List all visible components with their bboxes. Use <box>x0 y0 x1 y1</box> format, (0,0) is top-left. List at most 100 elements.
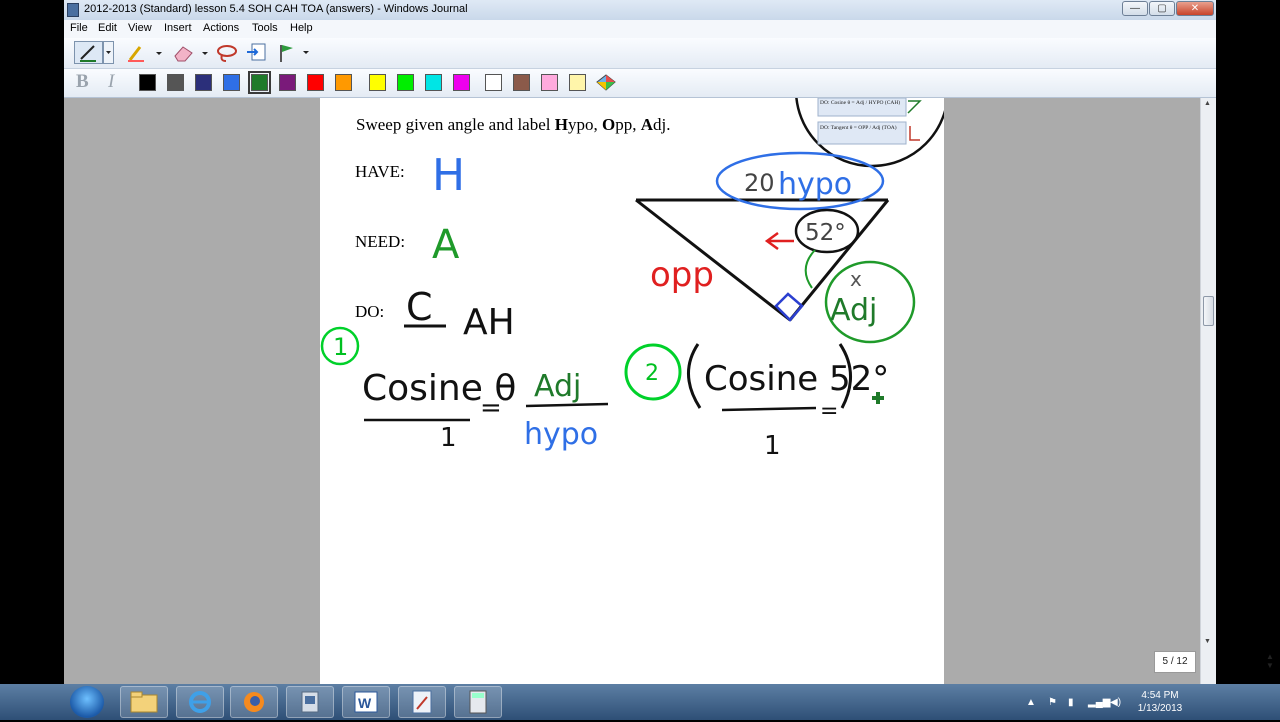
firefox-icon <box>244 692 264 712</box>
left-border <box>0 0 64 720</box>
taskbar-calculator[interactable] <box>454 686 502 718</box>
window-title: 2012-2013 (Standard) lesson 5.4 SOH CAH … <box>84 3 468 15</box>
ink-cosine52: Cosine 52° <box>704 359 889 399</box>
ink-layer: DO: Cosine θ = Adj / HYPO (CAH) DO: Tang… <box>320 98 944 461</box>
tray-network-icon[interactable]: ▂▄▆ <box>1088 697 1110 708</box>
tray-expand-icon[interactable]: ▲ <box>1026 697 1036 708</box>
ink-one-1: 1 <box>440 423 457 453</box>
ink-eq-1: = <box>480 393 502 423</box>
ink-angle: 52° <box>805 220 846 246</box>
color-swatch[interactable] <box>195 74 212 91</box>
ink-one-2: 1 <box>764 431 781 461</box>
italic-button[interactable]: I <box>108 71 114 93</box>
highlighter-icon[interactable] <box>126 43 166 63</box>
svg-text:W: W <box>358 695 372 711</box>
color-swatch[interactable] <box>569 74 586 91</box>
reference-card: DO: Cosine θ = Adj / HYPO (CAH) DO: Tang… <box>795 98 944 168</box>
pen-toolbar <box>64 38 1216 69</box>
system-clock[interactable]: 4:54 PM 1/13/2013 <box>1130 689 1190 715</box>
taskbar-ie[interactable] <box>176 686 224 718</box>
color-swatch[interactable] <box>485 74 502 91</box>
ref-card-row2: DO: Tangent θ = OPP / Adj (TOA) <box>820 124 897 131</box>
taskbar-firefox[interactable] <box>230 686 278 718</box>
flag-icon[interactable] <box>276 42 312 64</box>
fraction-bar-2 <box>525 402 609 408</box>
menu-actions[interactable]: Actions <box>203 22 239 34</box>
minimize-button[interactable]: — <box>1122 1 1148 16</box>
maximize-button[interactable]: ▢ <box>1149 1 1175 16</box>
menu-tools[interactable]: Tools <box>252 22 278 34</box>
menu-file[interactable]: File <box>70 22 88 34</box>
start-button[interactable] <box>70 686 104 718</box>
ink-adj: Adj <box>830 293 877 328</box>
clock-time: 4:54 PM <box>1141 690 1179 701</box>
ink-hypo-word: hypo <box>778 167 852 202</box>
page-indicator: 5 / 12 <box>1154 651 1196 673</box>
color-swatch[interactable] <box>397 74 414 91</box>
taskbar-explorer[interactable] <box>120 686 168 718</box>
page-nav-arrows[interactable]: ▲ ▼ <box>1263 652 1277 680</box>
color-swatch[interactable] <box>369 74 386 91</box>
ink-adj-numerator: Adj <box>534 369 581 404</box>
color-swatch[interactable] <box>167 74 184 91</box>
lasso-select-icon[interactable] <box>216 43 238 63</box>
eraser-icon[interactable] <box>172 43 212 63</box>
journal-page[interactable]: Sweep given angle and label Hypo, Opp, A… <box>320 98 944 684</box>
color-swatch[interactable] <box>307 74 324 91</box>
menu-edit[interactable]: Edit <box>98 22 117 34</box>
ink-step1: 1 <box>333 333 348 361</box>
menu-view[interactable]: View <box>128 22 152 34</box>
tray-action-center-icon[interactable]: ⚑ <box>1048 697 1057 708</box>
ink-do-ah: AH <box>463 302 515 343</box>
scroll-thumb[interactable] <box>1203 296 1214 326</box>
color-swatch[interactable] <box>335 74 352 91</box>
pen-tool-icon[interactable] <box>74 41 114 65</box>
menu-bar: File Edit View Insert Actions Tools Help <box>64 20 1216 38</box>
title-bar[interactable]: 2012-2013 (Standard) lesson 5.4 SOH CAH … <box>64 0 1216 20</box>
ink-opp: opp <box>650 255 714 295</box>
insert-space-icon[interactable] <box>246 42 268 64</box>
note-workspace: Sweep given angle and label Hypo, Opp, A… <box>64 98 1200 684</box>
color-swatch[interactable] <box>248 71 271 94</box>
journal-window: 2012-2013 (Standard) lesson 5.4 SOH CAH … <box>64 0 1274 684</box>
ink-have-h: H <box>432 150 465 201</box>
taskbar-app[interactable] <box>286 686 334 718</box>
taskbar-journal[interactable] <box>398 686 446 718</box>
menu-help[interactable]: Help <box>290 22 313 34</box>
ink-eq-2: = <box>820 399 838 424</box>
color-palette-icon[interactable] <box>594 72 618 94</box>
vertical-scrollbar[interactable]: ▲ ▼ <box>1200 98 1216 684</box>
prev-page-icon[interactable]: ▲ <box>1263 652 1277 661</box>
sweep-arrow <box>764 231 794 251</box>
color-swatch[interactable] <box>453 74 470 91</box>
menu-insert[interactable]: Insert <box>164 22 192 34</box>
clock-date: 1/13/2013 <box>1137 703 1183 714</box>
right-border <box>1216 0 1280 720</box>
bold-button[interactable]: B <box>76 71 89 93</box>
ref-card-row1: DO: Cosine θ = Adj / HYPO (CAH) <box>820 99 900 106</box>
color-swatch[interactable] <box>223 74 240 91</box>
next-page-icon[interactable]: ▼ <box>1263 661 1277 670</box>
ink-x: x <box>850 267 862 291</box>
ink-step2: 2 <box>645 361 659 386</box>
journal-app-icon[interactable] <box>67 3 79 17</box>
folder-icon <box>130 691 158 713</box>
tray-volume-icon[interactable]: ◀) <box>1110 697 1121 708</box>
color-swatch[interactable] <box>279 74 296 91</box>
scroll-up-icon[interactable]: ▲ <box>1204 100 1211 107</box>
scroll-down-icon[interactable]: ▼ <box>1204 638 1211 645</box>
color-swatch[interactable] <box>425 74 442 91</box>
word-icon: W <box>354 691 378 713</box>
color-swatch[interactable] <box>513 74 530 91</box>
close-button[interactable]: ✕ <box>1176 1 1214 16</box>
color-swatch[interactable] <box>139 74 156 91</box>
ink-need-a: A <box>432 222 460 268</box>
ink-hypo-value: 20 <box>744 169 775 197</box>
ink-hypo-denominator: hypo <box>524 417 598 452</box>
color-swatch[interactable] <box>541 74 558 91</box>
tray-battery-icon[interactable]: ▮ <box>1068 697 1074 708</box>
calculator-icon <box>469 690 487 714</box>
left-paren <box>687 343 702 409</box>
taskbar-word[interactable]: W <box>342 686 390 718</box>
fraction-bar-3 <box>721 406 817 412</box>
